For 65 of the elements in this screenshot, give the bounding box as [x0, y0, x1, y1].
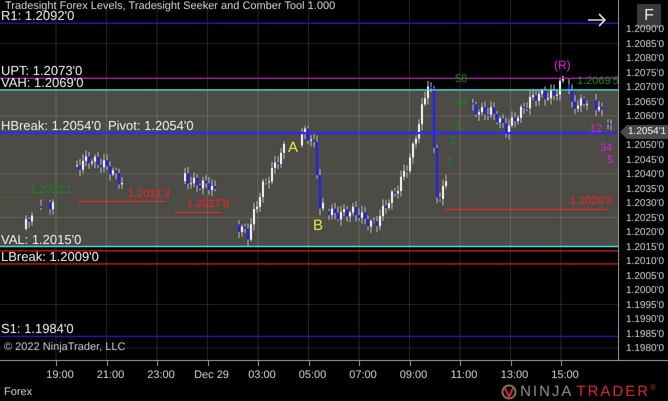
chart-marker: 34 — [600, 143, 612, 154]
price-axis-label: 1.2070'0 — [626, 82, 664, 93]
price-axis-label: 1.2010'0 — [626, 256, 664, 267]
price-axis-label: 1.2035'0 — [626, 184, 664, 194]
chart-marker: 1.2032'1 — [30, 185, 72, 196]
price-axis-label: 1.2020'0 — [626, 227, 664, 238]
price-axis-label: 1.1990'0 — [626, 314, 664, 325]
price-axis-label: 1.2025'0 — [626, 212, 664, 224]
instrument-label: Forex — [4, 386, 32, 398]
level-label: Pivot: 1.2054'0 — [108, 120, 194, 132]
logo-icon — [501, 384, 518, 400]
time-axis-label: 19:00 — [46, 369, 74, 381]
chart-marker: 1 — [447, 156, 454, 167]
price-axis-label: 1.2030'0 — [626, 198, 664, 209]
level-label: LBreak: 1.2009'0 — [1, 250, 99, 263]
price-tag: 1.2054'1 — [620, 125, 668, 139]
price-axis-label: 1.2050'0 — [626, 140, 664, 151]
time-axis-label: 21:00 — [96, 369, 124, 381]
time-axis-label: 09:00 — [400, 369, 428, 381]
chart-marker: 49 — [455, 98, 468, 109]
price-axis-label: 1.2045'0 — [626, 154, 664, 166]
time-axis-label: Dec 29 — [194, 369, 229, 381]
time-axis-label: 07:00 — [349, 369, 377, 381]
level-label: S1: 1.1984'0 — [1, 323, 74, 336]
logo-text: TRADER — [576, 383, 650, 400]
chart-marker: 3 — [454, 121, 460, 132]
price-axis-label: 1.1995'0 — [626, 300, 664, 310]
chart-marker: 1.2031'3 — [128, 189, 170, 200]
time-axis-label: 05:00 — [298, 369, 326, 381]
price-axis-label: 1.2085'0 — [626, 38, 664, 50]
chart-marker: A — [288, 140, 298, 155]
price-axis-label: 1.1980'0 — [626, 343, 664, 354]
level-label: VAH: 1.2069'0 — [1, 76, 84, 89]
level-label: HBreak: 1.2054'0 — [1, 120, 102, 132]
copyright-text: © 2022 NinjaTrader, LLC — [4, 341, 126, 353]
time-axis-label: 03:00 — [248, 369, 276, 381]
price-axis-label: 1.2015'0 — [626, 242, 664, 252]
chart-marker: 1.2027'9 — [187, 199, 229, 210]
arrow-right-icon[interactable] — [587, 13, 607, 27]
price-axis-label: 1.2000'0 — [626, 285, 664, 296]
chart-marker: 12 — [590, 124, 602, 135]
signal-line — [175, 212, 222, 213]
level-label: VAL: 1.2015'0 — [1, 234, 82, 246]
price-axis-label: 1.2080'0 — [626, 53, 664, 64]
price-axis-label: 1.1985'0 — [626, 328, 664, 340]
price-axis-label: 1.2065'0 — [626, 96, 664, 108]
registered-mark: ® — [650, 383, 656, 392]
signal-line — [0, 196, 30, 198]
price-axis-label: 1.2005'0 — [626, 270, 664, 282]
level-label: UPT: 1.2073'0 — [1, 65, 82, 78]
time-axis-label: 11:00 — [450, 369, 478, 381]
chart-marker: 5 — [607, 155, 614, 166]
chart-marker: 2 — [450, 136, 456, 147]
chart-marker: (R) — [554, 59, 571, 71]
chart-marker: B — [313, 218, 324, 233]
level-label: R1: 1.2092'0 — [1, 10, 74, 22]
price-axis-label: 1.2040'0 — [626, 169, 664, 180]
price-axis-label: 1.2075'0 — [626, 68, 664, 78]
logo-text: NINJA — [520, 383, 574, 400]
price-axis-label: 1.2060'0 — [626, 111, 664, 122]
chart-title: Tradesight Forex Levels, Tradesight Seeker and Comber Tool 1.000 — [5, 0, 336, 12]
time-axis-label: 13:00 — [500, 369, 528, 381]
chart-marker: 1.2028'3 — [570, 196, 612, 207]
time-axis-label: 15:00 — [551, 369, 579, 381]
time-axis-label: 23:00 — [147, 369, 175, 381]
